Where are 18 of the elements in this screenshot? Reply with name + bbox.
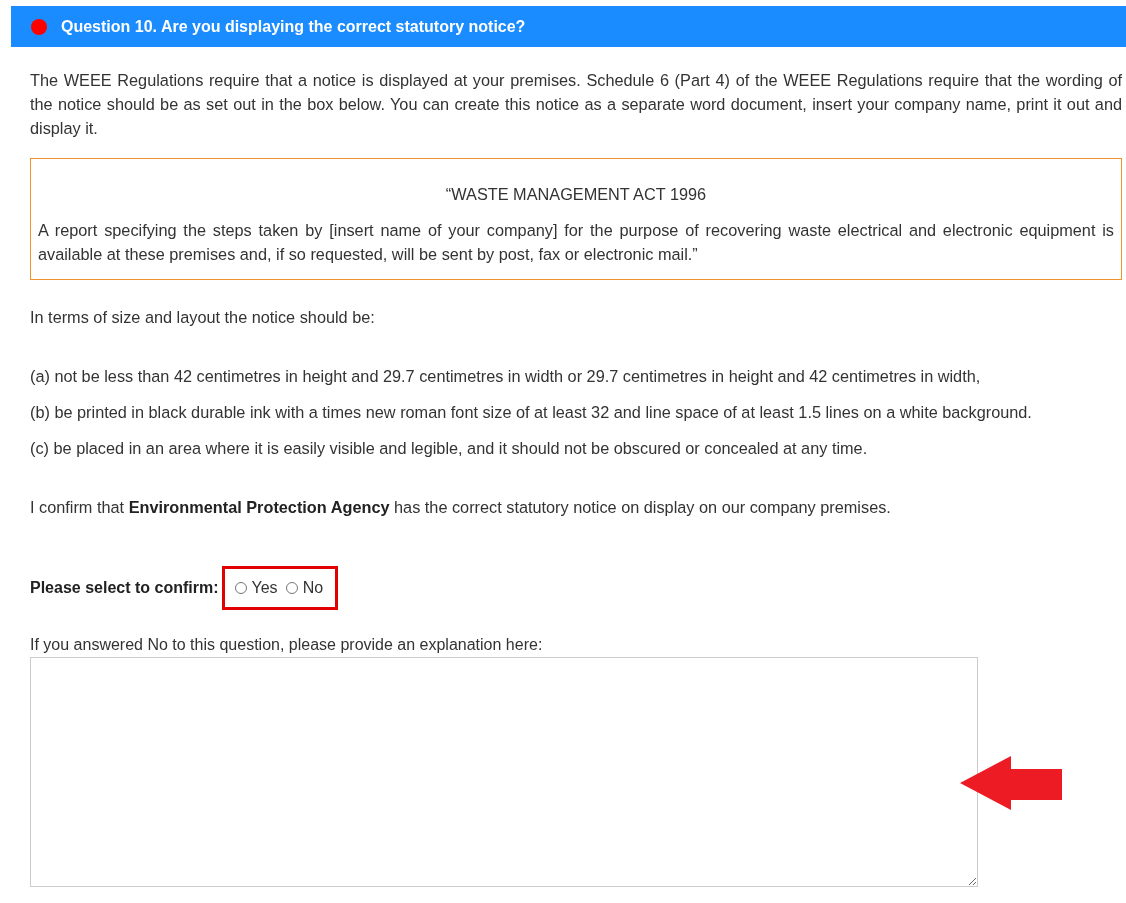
explanation-field[interactable] <box>30 657 978 887</box>
notice-heading: “WASTE MANAGEMENT ACT 1996 <box>444 184 708 205</box>
requirement-text: (b) be printed in black durable ink with a times new roman font size of at least 32 and line space of at least 1.5 lines on a white background. <box>30 402 1033 423</box>
size-intro: In terms of size and layout the notice should be: <box>30 307 376 328</box>
radio-option[interactable]: No <box>285 579 324 597</box>
explanation-label: If you answered No to this question, please provide an explanation here: <box>30 635 544 655</box>
arrow-icon <box>960 755 1062 811</box>
status-dot-icon <box>31 18 47 35</box>
intro-paragraph: The WEEE Regulations require that a notice is displayed at your premises. Schedule 6 (Part 4) of the WEEE Regulations require that the wording of the notice should be as set out in the box below. You can create this notice as a separate word document, insert your company name, print it out and display it. <box>30 70 1122 139</box>
notice-text: A report specifying the steps taken by [insert name of your company] for the purpose of recovering waste electrical and electronic equipment is available at these premises and, if so requested, will be sent by post, fax or electronic mail.” <box>38 220 1114 265</box>
radio-button[interactable] <box>234 582 247 594</box>
requirement-text: (a) not be less than 42 centimetres in height and 29.7 centimetres in width or 29.7 centimetres in height and 42 centimetres in width, <box>30 366 982 387</box>
radio-option[interactable]: Yes <box>234 579 278 597</box>
confirmation-text: I confirm that Environmental Protection Agency has the correct statutory notice on display on our company premises. <box>30 497 892 518</box>
question-title: Question 10. Are you displaying the correct statutory notice? <box>61 17 526 36</box>
confirm-label: Please select to confirm: <box>30 579 219 597</box>
requirement-text: (c) be placed in an area where it is easily visible and legible, and it should not be obscured or concealed at any time. <box>30 438 869 459</box>
radio-button[interactable] <box>285 582 298 594</box>
